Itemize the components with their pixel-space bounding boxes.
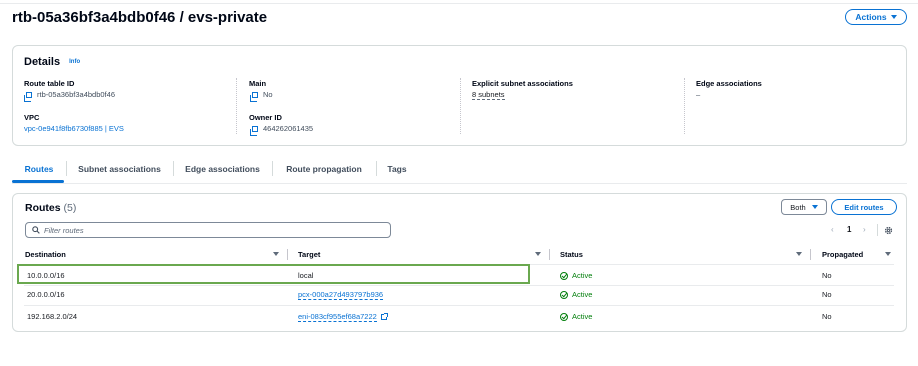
highlight-box <box>17 264 530 284</box>
column-resizer[interactable] <box>287 249 288 260</box>
external-link-icon[interactable] <box>380 313 388 320</box>
edge-assoc-value: – <box>696 90 701 99</box>
page-title: rtb-05a36bf3a4bdb0f46 / evs-private <box>12 9 268 26</box>
sort-icon[interactable] <box>273 252 279 256</box>
owner-id-text: 464262061435 <box>263 124 314 133</box>
owner-id-value: 464262061435 <box>250 124 314 136</box>
next-page-icon[interactable]: › <box>863 225 866 234</box>
column-divider <box>460 78 461 134</box>
copy-icon[interactable] <box>24 91 32 102</box>
route-type-select[interactable]: Both <box>781 199 827 215</box>
tab-route-propagation[interactable]: Route propagation <box>272 157 376 181</box>
column-header-destination[interactable]: Destination <box>25 250 66 259</box>
owner-id-label: Owner ID <box>249 113 282 122</box>
tab-edge-associations[interactable]: Edge associations <box>173 157 272 181</box>
explicit-subnet-value: 8 subnets <box>472 90 505 100</box>
info-link[interactable]: Info <box>69 59 80 65</box>
route-target: eni-083cf955ef68a7222 <box>298 312 388 322</box>
filter-routes-field[interactable] <box>25 222 391 238</box>
search-icon <box>32 226 40 234</box>
status-text: Active <box>572 290 593 299</box>
tab-subnet-associations[interactable]: Subnet associations <box>66 157 173 181</box>
route-target: pcx-000a27d493797b936 <box>298 290 384 300</box>
settings-gear-icon[interactable] <box>884 226 893 235</box>
route-status: Active <box>560 312 592 321</box>
column-header-status[interactable]: Status <box>560 250 583 259</box>
tab-routes[interactable]: Routes <box>12 157 66 181</box>
column-header-propagated[interactable]: Propagated <box>822 250 863 259</box>
column-resizer[interactable] <box>549 249 550 260</box>
route-table-id-label: Route table ID <box>24 79 75 88</box>
route-status: Active <box>560 290 592 299</box>
target-link[interactable]: eni-083cf955ef68a7222 <box>298 312 377 322</box>
route-destination: 192.168.2.0/24 <box>27 312 78 321</box>
copy-icon[interactable] <box>250 91 258 102</box>
active-tab-indicator <box>12 180 64 183</box>
route-table-id-value: rtb-05a36bf3a4bdb0f46 <box>24 90 115 102</box>
route-propagated: No <box>822 312 832 321</box>
tab-tags[interactable]: Tags <box>376 157 418 181</box>
column-divider <box>684 78 685 134</box>
copy-icon[interactable] <box>250 125 258 136</box>
column-header-target[interactable]: Target <box>298 250 320 259</box>
main-value: No <box>250 90 273 102</box>
sort-icon[interactable] <box>796 252 802 256</box>
caret-down-icon <box>890 15 897 19</box>
target-link[interactable]: pcx-000a27d493797b936 <box>298 290 384 300</box>
sort-icon[interactable] <box>535 252 541 256</box>
actions-label: Actions <box>855 12 887 22</box>
status-text: Active <box>572 312 593 321</box>
top-divider <box>0 3 918 4</box>
main-label: Main <box>249 79 267 88</box>
details-title: Details <box>24 56 61 68</box>
page-number[interactable]: 1 <box>847 225 851 234</box>
edge-assoc-label: Edge associations <box>696 79 762 88</box>
route-status: Active <box>560 271 592 280</box>
check-circle-icon <box>560 312 568 321</box>
sort-icon[interactable] <box>885 252 891 256</box>
routes-count: (5) <box>63 202 77 214</box>
filter-routes-input[interactable] <box>44 225 374 235</box>
pager-divider <box>877 224 878 236</box>
column-resizer[interactable] <box>810 249 811 260</box>
explicit-subnet-link[interactable]: 8 subnets <box>472 90 505 100</box>
main-text: No <box>263 90 273 99</box>
routes-panel <box>12 193 907 332</box>
check-circle-icon <box>560 290 568 299</box>
status-text: Active <box>572 271 593 280</box>
details-heading: Details Info <box>24 56 80 68</box>
edit-routes-button[interactable]: Edit routes <box>831 199 897 215</box>
prev-page-icon[interactable]: ‹ <box>831 225 834 234</box>
routes-title: Routes <box>25 202 61 214</box>
row-divider <box>24 305 894 306</box>
route-propagated: No <box>822 271 832 280</box>
route-type-value: Both <box>790 202 806 212</box>
row-divider <box>24 285 894 286</box>
actions-button[interactable]: Actions <box>845 9 907 25</box>
route-propagated: No <box>822 290 832 299</box>
column-divider <box>236 78 237 134</box>
vpc-label: VPC <box>24 113 40 122</box>
caret-down-icon <box>811 205 818 209</box>
vpc-value: vpc-0e941f8fb6730f885 | EVS <box>24 124 124 133</box>
check-circle-icon <box>560 271 568 280</box>
explicit-subnet-label: Explicit subnet associations <box>472 79 573 88</box>
route-table-id-text: rtb-05a36bf3a4bdb0f46 <box>37 90 115 99</box>
routes-heading: Routes (5) <box>25 202 76 214</box>
vpc-link[interactable]: vpc-0e941f8fb6730f885 | EVS <box>24 124 124 133</box>
route-destination: 20.0.0.0/16 <box>27 290 65 299</box>
tabs-divider <box>12 183 907 184</box>
